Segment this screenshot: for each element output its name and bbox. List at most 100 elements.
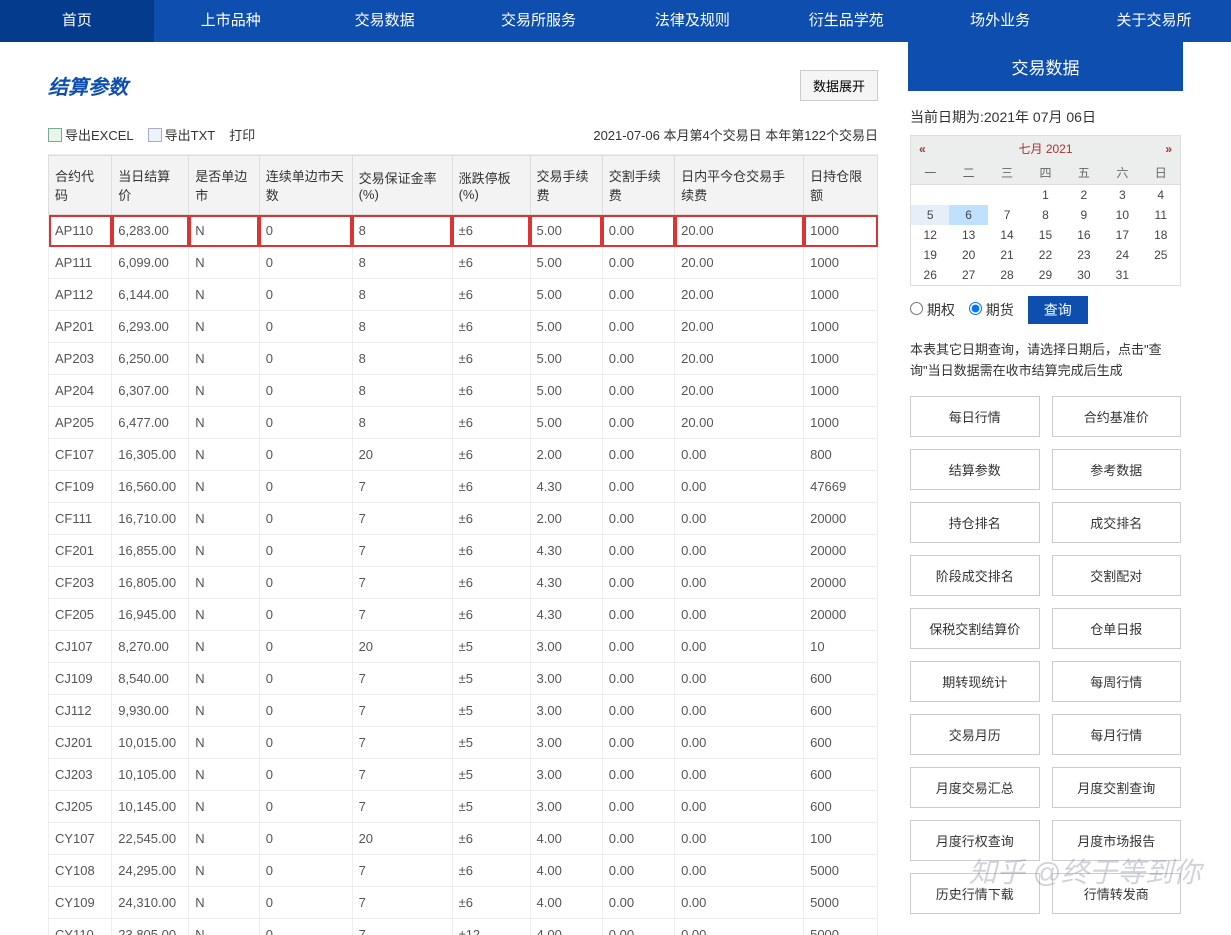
calendar-day[interactable]: 3: [1103, 185, 1141, 206]
page-title: 结算参数: [48, 71, 128, 100]
sidebar-link-button[interactable]: 阶段成交排名: [910, 555, 1040, 596]
table-row[interactable]: AP1116,099.00N08±65.000.0020.001000: [49, 247, 878, 279]
table-cell: 20: [352, 823, 452, 855]
futures-radio[interactable]: 期货: [969, 300, 1014, 320]
calendar-day[interactable]: 15: [1026, 225, 1064, 245]
sidebar-link-button[interactable]: 行情转发商: [1052, 873, 1182, 914]
table-row[interactable]: CJ20510,145.00N07±53.000.000.00600: [49, 791, 878, 823]
calendar-day[interactable]: 28: [988, 265, 1026, 285]
calendar-day[interactable]: 17: [1103, 225, 1141, 245]
table-row[interactable]: CJ1129,930.00N07±53.000.000.00600: [49, 695, 878, 727]
table-row[interactable]: AP1106,283.00N08±65.000.0020.001000: [49, 215, 878, 247]
table-row[interactable]: AP2046,307.00N08±65.000.0020.001000: [49, 375, 878, 407]
calendar-next[interactable]: »: [1165, 142, 1172, 156]
table-scroll[interactable]: 合约代码当日结算价是否单边市连续单边市天数交易保证金率(%)涨跌停板(%)交易手…: [48, 155, 878, 935]
export-excel-link[interactable]: 导出EXCEL: [48, 125, 134, 144]
nav-item[interactable]: 衍生品学苑: [769, 0, 923, 42]
calendar-day[interactable]: 22: [1026, 245, 1064, 265]
nav-item[interactable]: 首页: [0, 0, 154, 42]
calendar-day[interactable]: 8: [1026, 205, 1064, 225]
calendar-day[interactable]: 9: [1065, 205, 1103, 225]
calendar-day[interactable]: 27: [949, 265, 987, 285]
table-cell: ±6: [452, 247, 530, 279]
calendar-day[interactable]: 4: [1142, 185, 1180, 206]
query-button[interactable]: 查询: [1028, 296, 1088, 324]
sidebar-link-button[interactable]: 每日行情: [910, 396, 1040, 437]
export-txt-link[interactable]: 导出TXT: [148, 125, 216, 144]
print-link[interactable]: 打印: [229, 125, 255, 144]
calendar-day[interactable]: 2: [1065, 185, 1103, 206]
sidebar-link-button[interactable]: 月度市场报告: [1052, 820, 1182, 861]
calendar-day[interactable]: 19: [911, 245, 949, 265]
calendar-day[interactable]: 12: [911, 225, 949, 245]
calendar-day[interactable]: 24: [1103, 245, 1141, 265]
table-cell: CJ107: [49, 631, 112, 663]
calendar-day[interactable]: 7: [988, 205, 1026, 225]
calendar-day[interactable]: 11: [1142, 205, 1180, 225]
table-cell: 0: [259, 887, 352, 919]
calendar-day[interactable]: 26: [911, 265, 949, 285]
table-row[interactable]: CY10924,310.00N07±64.000.000.005000: [49, 887, 878, 919]
table-row[interactable]: AP1126,144.00N08±65.000.0020.001000: [49, 279, 878, 311]
calendar-day[interactable]: 18: [1142, 225, 1180, 245]
table-row[interactable]: CY10722,545.00N020±64.000.000.00100: [49, 823, 878, 855]
sidebar-link-button[interactable]: 保税交割结算价: [910, 608, 1040, 649]
sidebar-link-button[interactable]: 每周行情: [1052, 661, 1182, 702]
calendar-day[interactable]: 6: [949, 205, 987, 225]
sidebar-link-button[interactable]: 参考数据: [1052, 449, 1182, 490]
sidebar-link-button[interactable]: 期转现统计: [910, 661, 1040, 702]
calendar-day[interactable]: 20: [949, 245, 987, 265]
nav-item[interactable]: 交易数据: [308, 0, 462, 42]
nav-item[interactable]: 法律及规则: [616, 0, 770, 42]
table-row[interactable]: AP2016,293.00N08±65.000.0020.001000: [49, 311, 878, 343]
sidebar-link-button[interactable]: 历史行情下载: [910, 873, 1040, 914]
calendar-day[interactable]: 10: [1103, 205, 1141, 225]
nav-item[interactable]: 关于交易所: [1077, 0, 1231, 42]
option-radio[interactable]: 期权: [910, 300, 955, 320]
sidebar-link-button[interactable]: 每月行情: [1052, 714, 1182, 755]
sidebar-link-button[interactable]: 合约基准价: [1052, 396, 1182, 437]
nav-item[interactable]: 上市品种: [154, 0, 308, 42]
sidebar-link-button[interactable]: 成交排名: [1052, 502, 1182, 543]
calendar-prev[interactable]: «: [919, 142, 926, 156]
nav-item[interactable]: 场外业务: [923, 0, 1077, 42]
table-cell: 4.30: [530, 567, 602, 599]
calendar-day[interactable]: 25: [1142, 245, 1180, 265]
table-row[interactable]: AP2036,250.00N08±65.000.0020.001000: [49, 343, 878, 375]
table-row[interactable]: CJ20310,105.00N07±53.000.000.00600: [49, 759, 878, 791]
table-cell: 0.00: [602, 887, 674, 919]
calendar-day[interactable]: 1: [1026, 185, 1064, 206]
table-row[interactable]: CJ20110,015.00N07±53.000.000.00600: [49, 727, 878, 759]
sidebar-link-button[interactable]: 月度行权查询: [910, 820, 1040, 861]
sidebar-link-button[interactable]: 仓单日报: [1052, 608, 1182, 649]
calendar-weekday: 日: [1142, 161, 1180, 185]
sidebar-link-button[interactable]: 交易月历: [910, 714, 1040, 755]
calendar-day[interactable]: 14: [988, 225, 1026, 245]
calendar-day[interactable]: 16: [1065, 225, 1103, 245]
sidebar-link-button[interactable]: 交割配对: [1052, 555, 1182, 596]
calendar-day[interactable]: 5: [911, 205, 949, 225]
table-row[interactable]: CF20516,945.00N07±64.300.000.0020000: [49, 599, 878, 631]
sidebar-link-button[interactable]: 结算参数: [910, 449, 1040, 490]
table-row[interactable]: CF20316,805.00N07±64.300.000.0020000: [49, 567, 878, 599]
sidebar-link-button[interactable]: 持仓排名: [910, 502, 1040, 543]
table-row[interactable]: AP2056,477.00N08±65.000.0020.001000: [49, 407, 878, 439]
table-cell: ±6: [452, 823, 530, 855]
table-row[interactable]: CJ1078,270.00N020±53.000.000.0010: [49, 631, 878, 663]
table-row[interactable]: CF10916,560.00N07±64.300.000.0047669: [49, 471, 878, 503]
table-row[interactable]: CY10824,295.00N07±64.000.000.005000: [49, 855, 878, 887]
table-row[interactable]: CF20116,855.00N07±64.300.000.0020000: [49, 535, 878, 567]
table-row[interactable]: CF11116,710.00N07±62.000.000.0020000: [49, 503, 878, 535]
table-row[interactable]: CJ1098,540.00N07±53.000.000.00600: [49, 663, 878, 695]
calendar-day[interactable]: 21: [988, 245, 1026, 265]
calendar-day[interactable]: 31: [1103, 265, 1141, 285]
calendar-day[interactable]: 29: [1026, 265, 1064, 285]
calendar-day[interactable]: 30: [1065, 265, 1103, 285]
sidebar-link-button[interactable]: 月度交割查询: [1052, 767, 1182, 808]
nav-item[interactable]: 交易所服务: [462, 0, 616, 42]
sidebar-link-button[interactable]: 月度交易汇总: [910, 767, 1040, 808]
table-row[interactable]: CF10716,305.00N020±62.000.000.00800: [49, 439, 878, 471]
calendar-day[interactable]: 13: [949, 225, 987, 245]
calendar-day[interactable]: 23: [1065, 245, 1103, 265]
expand-data-button[interactable]: 数据展开: [800, 70, 878, 101]
